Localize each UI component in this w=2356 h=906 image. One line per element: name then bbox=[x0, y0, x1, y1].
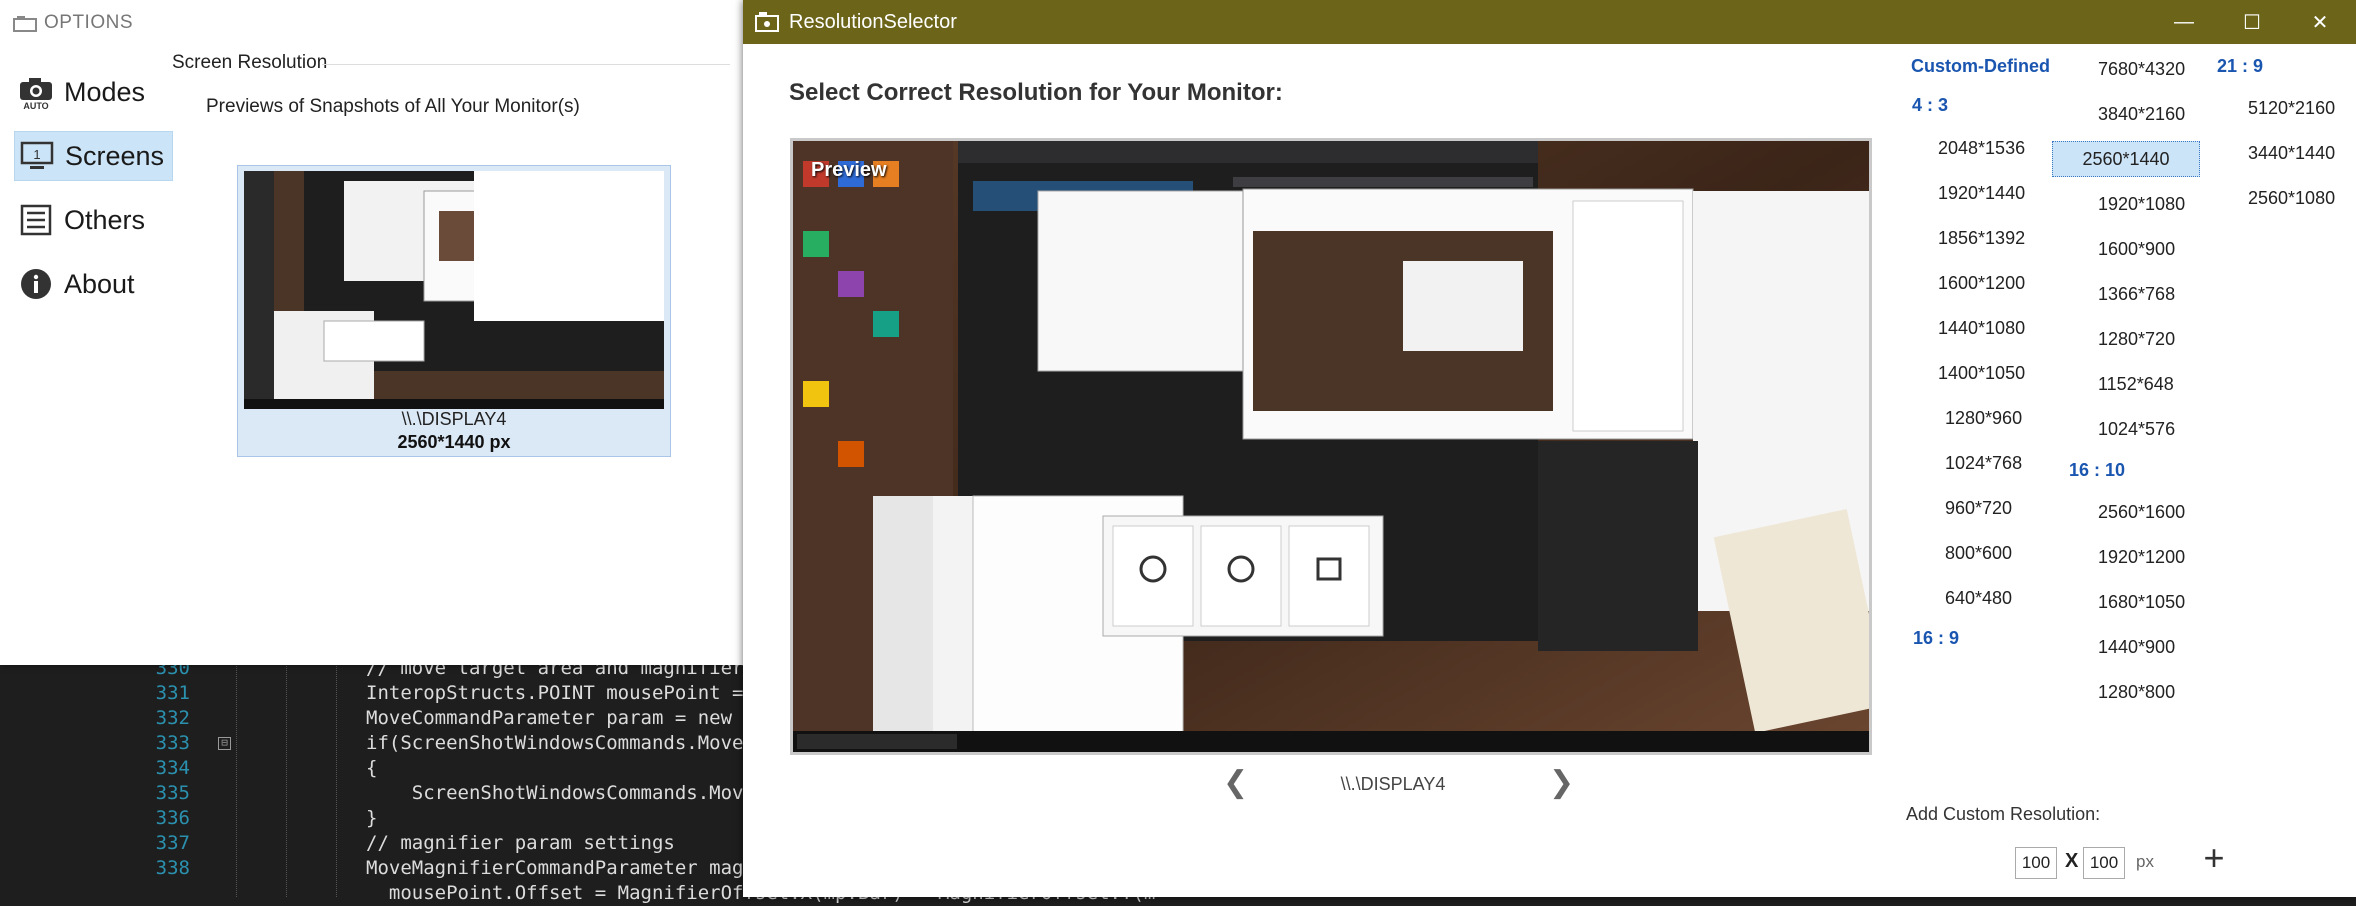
options-titlebar[interactable]: OPTIONS bbox=[0, 0, 745, 48]
maximize-button[interactable]: ☐ bbox=[2218, 0, 2286, 44]
resolution-option[interactable]: 1600*1200 bbox=[1938, 266, 2025, 300]
resolution-option[interactable]: 2048*1536 bbox=[1938, 131, 2025, 165]
ratio-4-3-heading: 4 : 3 bbox=[1912, 95, 1949, 115]
resolution-option[interactable]: 3840*2160 bbox=[2098, 97, 2185, 131]
resolution-selector-titlebar[interactable]: ResolutionSelector — ☐ ✕ bbox=[743, 0, 2356, 44]
custom-width-input[interactable]: 100 bbox=[2015, 847, 2057, 879]
display-card[interactable]: \\.\DISPLAY4 2560*1440 px bbox=[237, 165, 671, 457]
custom-height-input[interactable]: 100 bbox=[2083, 847, 2125, 879]
display-resolution: 2560*1440 px bbox=[397, 432, 511, 452]
nav-item-about[interactable]: About bbox=[14, 260, 143, 308]
resolution-option[interactable]: 1440*1080 bbox=[1938, 311, 2025, 345]
resolution-option[interactable]: 7680*4320 bbox=[2098, 52, 2185, 86]
svg-text:AUTO: AUTO bbox=[23, 101, 48, 110]
display-thumbnail bbox=[244, 171, 664, 409]
resolution-option[interactable]: 1856*1392 bbox=[1938, 221, 2025, 255]
indent-guide bbox=[236, 660, 237, 897]
resolution-option[interactable]: 3440*1440 bbox=[2248, 136, 2335, 170]
selector-heading: Select Correct Resolution for Your Monit… bbox=[789, 79, 1283, 106]
options-window: OPTIONS AUTO Modes 1 Screens Others Abou… bbox=[0, 0, 745, 665]
resolution-option[interactable]: 800*600 bbox=[1945, 536, 2012, 570]
ratio-16-9-heading: 16 : 9 bbox=[1913, 628, 1960, 648]
resolution-option[interactable]: 1600*900 bbox=[2098, 232, 2175, 266]
custom-defined-heading: Custom-Defined bbox=[1911, 56, 2050, 76]
resolution-option[interactable]: 1920*1080 bbox=[2098, 187, 2185, 221]
resolution-option[interactable]: 1280*960 bbox=[1945, 401, 2022, 435]
next-display-button[interactable]: ❯ bbox=[1549, 768, 1574, 800]
add-custom-resolution-label: Add Custom Resolution: bbox=[1906, 804, 2101, 824]
resolution-option[interactable]: 1024*768 bbox=[1945, 446, 2022, 480]
display-name-label: \\.\DISPLAY4 bbox=[1340, 774, 1446, 794]
resolution-option[interactable]: 1920*1440 bbox=[1938, 176, 2025, 210]
nav-label-others: Others bbox=[64, 204, 146, 235]
dimension-separator: X bbox=[2065, 850, 2079, 872]
nav-item-others[interactable]: Others bbox=[14, 196, 153, 244]
nav-label-about: About bbox=[64, 268, 135, 299]
app-icon bbox=[13, 16, 37, 32]
display-name: \\.\DISPLAY4 bbox=[401, 409, 507, 429]
resolution-option[interactable]: 1920*1200 bbox=[2098, 540, 2185, 574]
resolution-option[interactable]: 1366*768 bbox=[2098, 277, 2175, 311]
resolution-option[interactable]: 1400*1050 bbox=[1938, 356, 2025, 390]
monitor-preview: Preview bbox=[790, 138, 1872, 755]
close-button[interactable]: ✕ bbox=[2286, 0, 2354, 44]
ratio-16-10-heading: 16 : 10 bbox=[2069, 460, 2126, 480]
resolution-option[interactable]: 1280*800 bbox=[2098, 675, 2175, 709]
section-title: Screen Resolution bbox=[172, 52, 328, 73]
preview-snapshot bbox=[793, 141, 1869, 752]
indent-guide bbox=[286, 660, 287, 897]
resolution-selector-window: ResolutionSelector — ☐ ✕ Select Correct … bbox=[743, 0, 2356, 897]
options-title: OPTIONS bbox=[44, 12, 134, 33]
section-subtitle: Previews of Snapshots of All Your Monito… bbox=[206, 96, 580, 117]
fold-toggle-icon[interactable]: ⊟ bbox=[218, 737, 231, 750]
add-resolution-button[interactable]: + bbox=[2198, 840, 2230, 876]
nav-item-screens[interactable]: 1 Screens bbox=[14, 131, 174, 181]
resolution-option[interactable]: 2560*1080 bbox=[2248, 181, 2335, 215]
resolution-option[interactable]: 1152*648 bbox=[2098, 367, 2174, 401]
resolution-option[interactable]: 2560*1600 bbox=[2098, 495, 2185, 529]
resolution-option[interactable]: 640*480 bbox=[1945, 581, 2012, 615]
window-title: ResolutionSelector bbox=[789, 11, 957, 33]
resolution-option[interactable]: 1440*900 bbox=[2098, 630, 2175, 664]
unit-label: px bbox=[2136, 852, 2154, 871]
ratio-21-9-heading: 21 : 9 bbox=[2217, 56, 2264, 76]
svg-text:1: 1 bbox=[33, 147, 40, 162]
resolution-option-selected[interactable]: 2560*1440 bbox=[2052, 141, 2200, 177]
app-icon bbox=[755, 12, 779, 32]
minimize-button[interactable]: — bbox=[2150, 0, 2218, 44]
section-divider bbox=[322, 64, 730, 65]
list-icon bbox=[18, 202, 54, 238]
nav-label-screens: Screens bbox=[65, 140, 165, 171]
resolution-option[interactable]: 1280*720 bbox=[2098, 322, 2175, 356]
indent-guide bbox=[336, 660, 337, 897]
display-navigator: ❮ \\.\DISPLAY4 ❯ bbox=[1223, 768, 1574, 800]
preview-label: Preview bbox=[811, 159, 887, 181]
monitor-icon: 1 bbox=[19, 138, 55, 174]
resolution-option[interactable]: 960*720 bbox=[1945, 491, 2012, 525]
resolution-option[interactable]: 5120*2160 bbox=[2248, 91, 2335, 125]
resolution-option[interactable]: 1024*576 bbox=[2098, 412, 2175, 446]
resolution-option[interactable]: 1680*1050 bbox=[2098, 585, 2185, 619]
nav-item-modes[interactable]: AUTO Modes bbox=[14, 68, 153, 116]
camera-auto-icon: AUTO bbox=[18, 74, 54, 110]
nav-label-modes: Modes bbox=[64, 76, 146, 107]
info-icon bbox=[18, 266, 54, 302]
